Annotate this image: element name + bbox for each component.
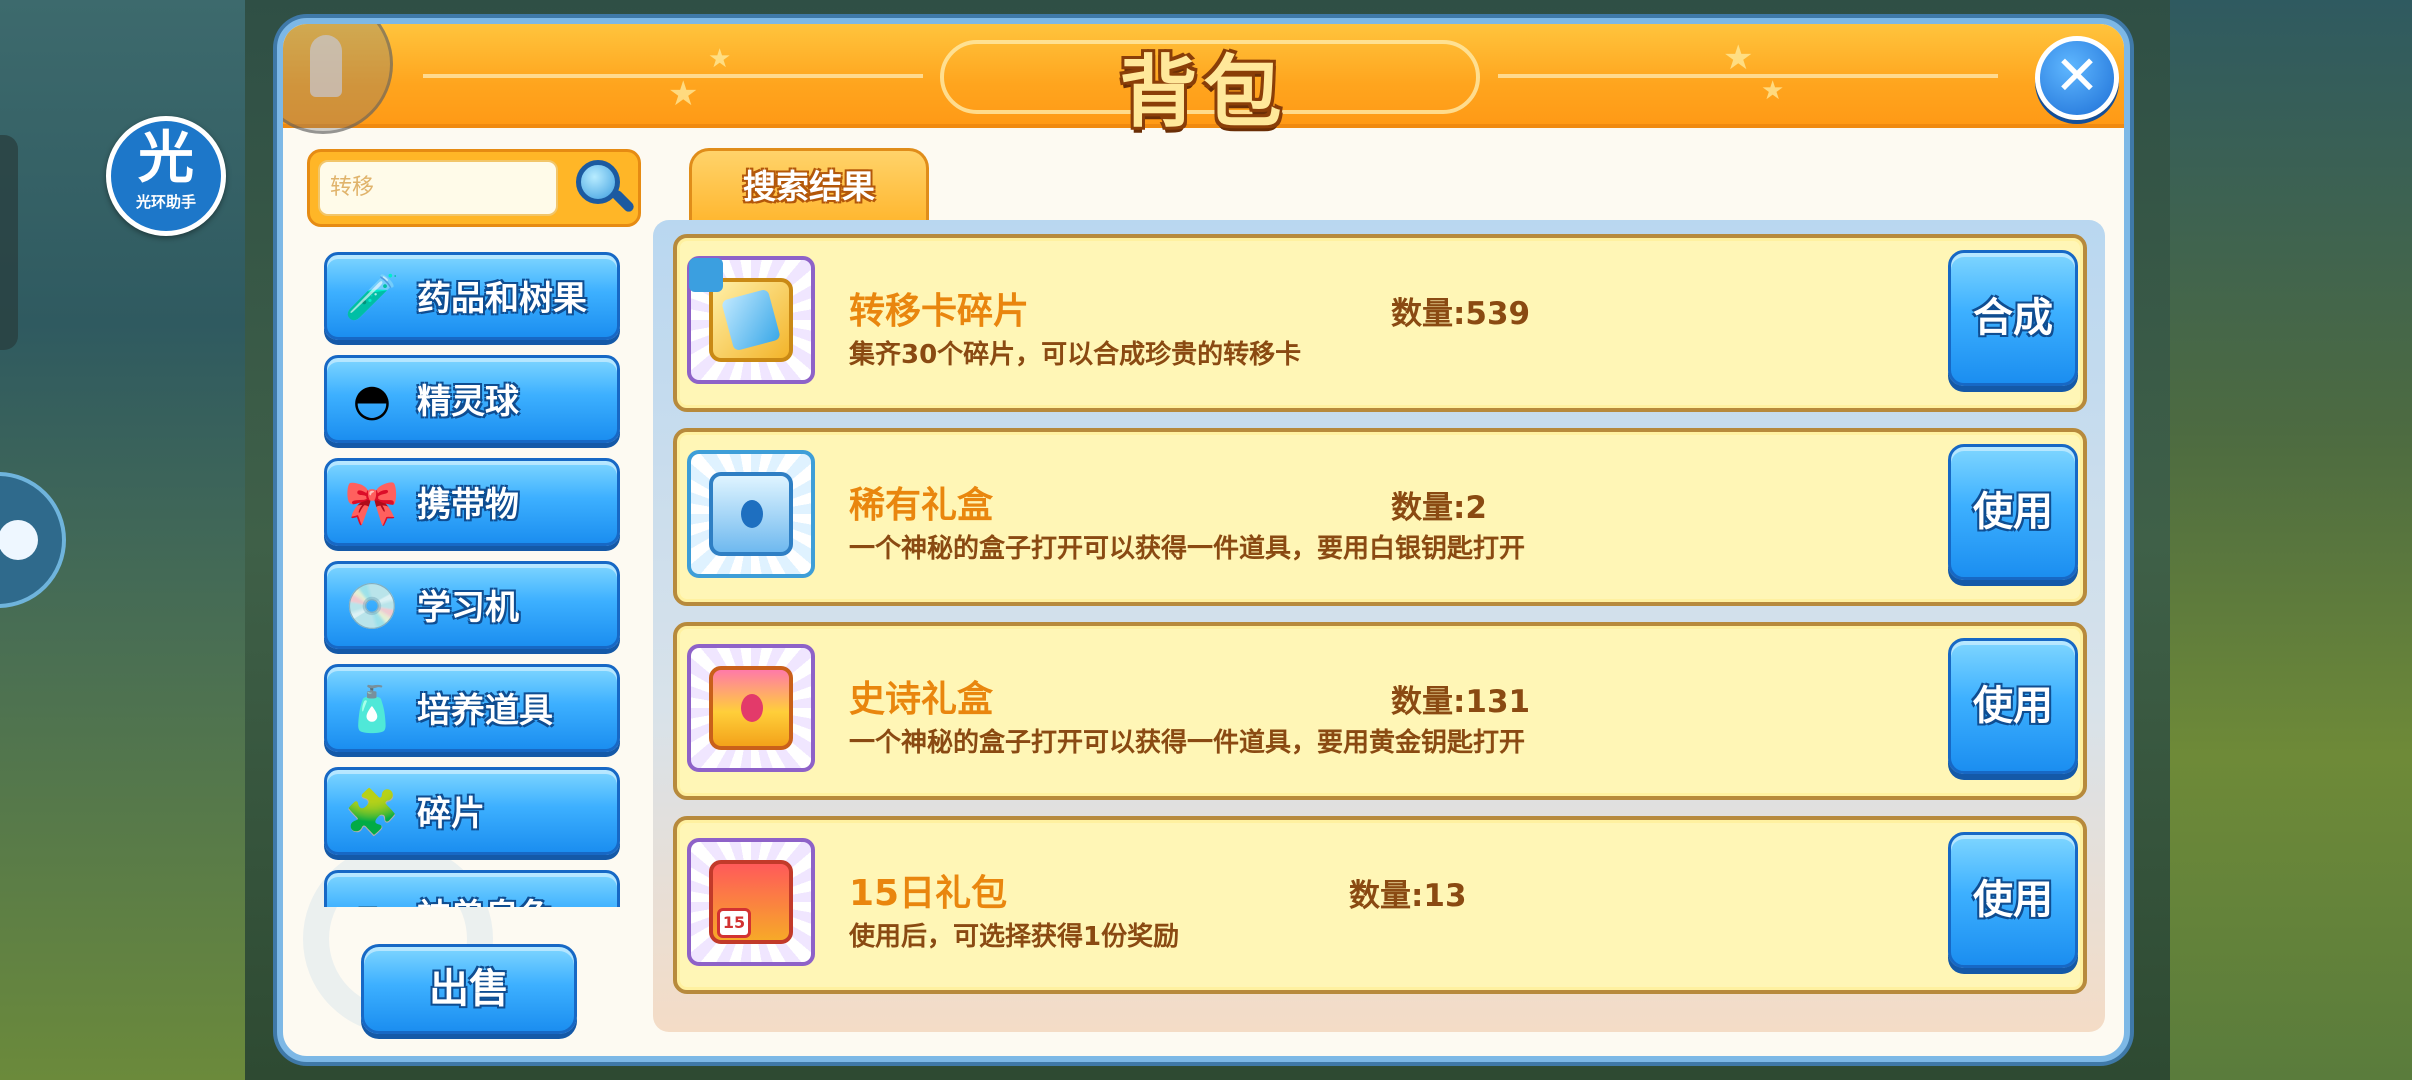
tab-search-results[interactable]: 搜索结果 [689,148,929,226]
item-name: 稀有礼盒 [849,485,994,526]
item-quantity: 数量:2 [1391,490,1487,526]
search-button[interactable] [572,156,636,220]
held-item-icon: 🎀 [344,478,400,529]
category-label: 神兽皇兔 [417,889,553,907]
item-name: 史诗礼盒 [849,679,994,720]
category-label: 培养道具 [417,691,553,731]
training-item-icon: 🧴 [344,684,400,735]
search-icon-handle [610,188,636,214]
category-shards[interactable]: 🧩 碎片 [324,767,620,855]
calendar-badge: 15 [717,908,751,938]
category-label: 精灵球 [417,382,519,422]
item-quantity: 数量:131 [1391,684,1531,720]
category-label: 碎片 [417,794,485,834]
halo-assistant-button[interactable]: 光 光环助手 [106,116,226,236]
list-item[interactable]: 15 15日礼包 数量:13 使用后，可选择获得1份奖励 使用 [673,816,2087,994]
category-label: 携带物 [417,485,519,525]
category-label: 药品和树果 [417,279,587,319]
use-button[interactable]: 使用 [1948,444,2078,580]
sell-button[interactable]: 出售 [361,944,577,1034]
potion-icon: 🧪 [344,272,400,323]
category-list[interactable]: 🧪 药品和树果 ◓ 精灵球 🎀 携带物 💿 学习机 🧴 培养道具 🧩 碎片 ✏ … [318,242,628,907]
search-bar: 转移 [307,149,641,227]
item-description: 一个神秘的盒子打开可以获得一件道具，要用黄金钥匙打开 [849,728,1526,758]
silver-chest-icon [687,450,815,578]
gold-chest-icon [687,644,815,772]
item-quantity: 数量:539 [1391,296,1531,332]
page-title: 背包 [1119,48,1288,138]
item-art [709,278,793,362]
halo-assistant-label: 光环助手 [135,193,196,211]
list-item[interactable]: 史诗礼盒 数量:131 一个神秘的盒子打开可以获得一件道具，要用黄金钥匙打开 使… [673,622,2087,800]
list-item[interactable]: 稀有礼盒 数量:2 一个神秘的盒子打开可以获得一件道具，要用白银钥匙打开 使用 [673,428,2087,606]
item-quantity: 数量:13 [1349,878,1467,914]
pokeball-icon: ◓ [352,375,392,426]
item-name: 15日礼包 [849,873,1008,914]
title-bar: ★ ★ ★ ★ 背包 ✕ [283,24,2124,138]
disc-icon: 💿 [344,581,400,632]
item-description: 集齐30个碎片，可以合成珍贵的转移卡 [849,340,1302,370]
item-list: 转移卡碎片 数量:539 集齐30个碎片，可以合成珍贵的转移卡 合成 稀有礼盒 … [653,220,2105,1032]
close-button[interactable]: ✕ [2035,36,2119,120]
lock-shape [741,500,763,528]
puzzle-badge-icon [689,258,723,292]
combine-button[interactable]: 合成 [1948,250,2078,386]
lock-shape [741,694,763,722]
transfer-card-shard-icon [687,256,815,384]
category-legendary[interactable]: ✏ 神兽皇兔 [324,870,620,907]
card-shape [721,288,781,352]
search-input[interactable]: 转移 [318,160,558,216]
item-description: 使用后，可选择获得1份奖励 [849,922,1180,952]
category-pokeball[interactable]: ◓ 精灵球 [324,355,620,443]
use-button[interactable]: 使用 [1948,832,2078,968]
use-button[interactable]: 使用 [1948,638,2078,774]
list-item[interactable]: 转移卡碎片 数量:539 集齐30个碎片，可以合成珍贵的转移卡 合成 [673,234,2087,412]
backpack-panel: ★ ★ ★ ★ 背包 ✕ 转移 🧪 药品和树果 ◓ 精灵球 🎀 携带物 💿 学习… [277,18,2130,1062]
side-drawer-handle[interactable] [0,135,18,350]
item-description: 一个神秘的盒子打开可以获得一件道具，要用白银钥匙打开 [849,534,1526,564]
category-training[interactable]: 🧴 培养道具 [324,664,620,752]
puzzle-icon: 🧩 [344,787,400,838]
background-right [2170,0,2412,1080]
category-label: 学习机 [417,588,519,628]
category-medicine[interactable]: 🧪 药品和树果 [324,252,620,340]
item-name: 转移卡碎片 [849,291,1030,332]
item-icon: ✏ [341,885,403,907]
item-art [709,472,793,556]
category-held-item[interactable]: 🎀 携带物 [324,458,620,546]
item-art: 15 [709,860,793,944]
halo-logo-glyph: 光 [138,126,194,191]
gift-box-icon: 15 [687,838,815,966]
category-tm[interactable]: 💿 学习机 [324,561,620,649]
item-art [709,666,793,750]
